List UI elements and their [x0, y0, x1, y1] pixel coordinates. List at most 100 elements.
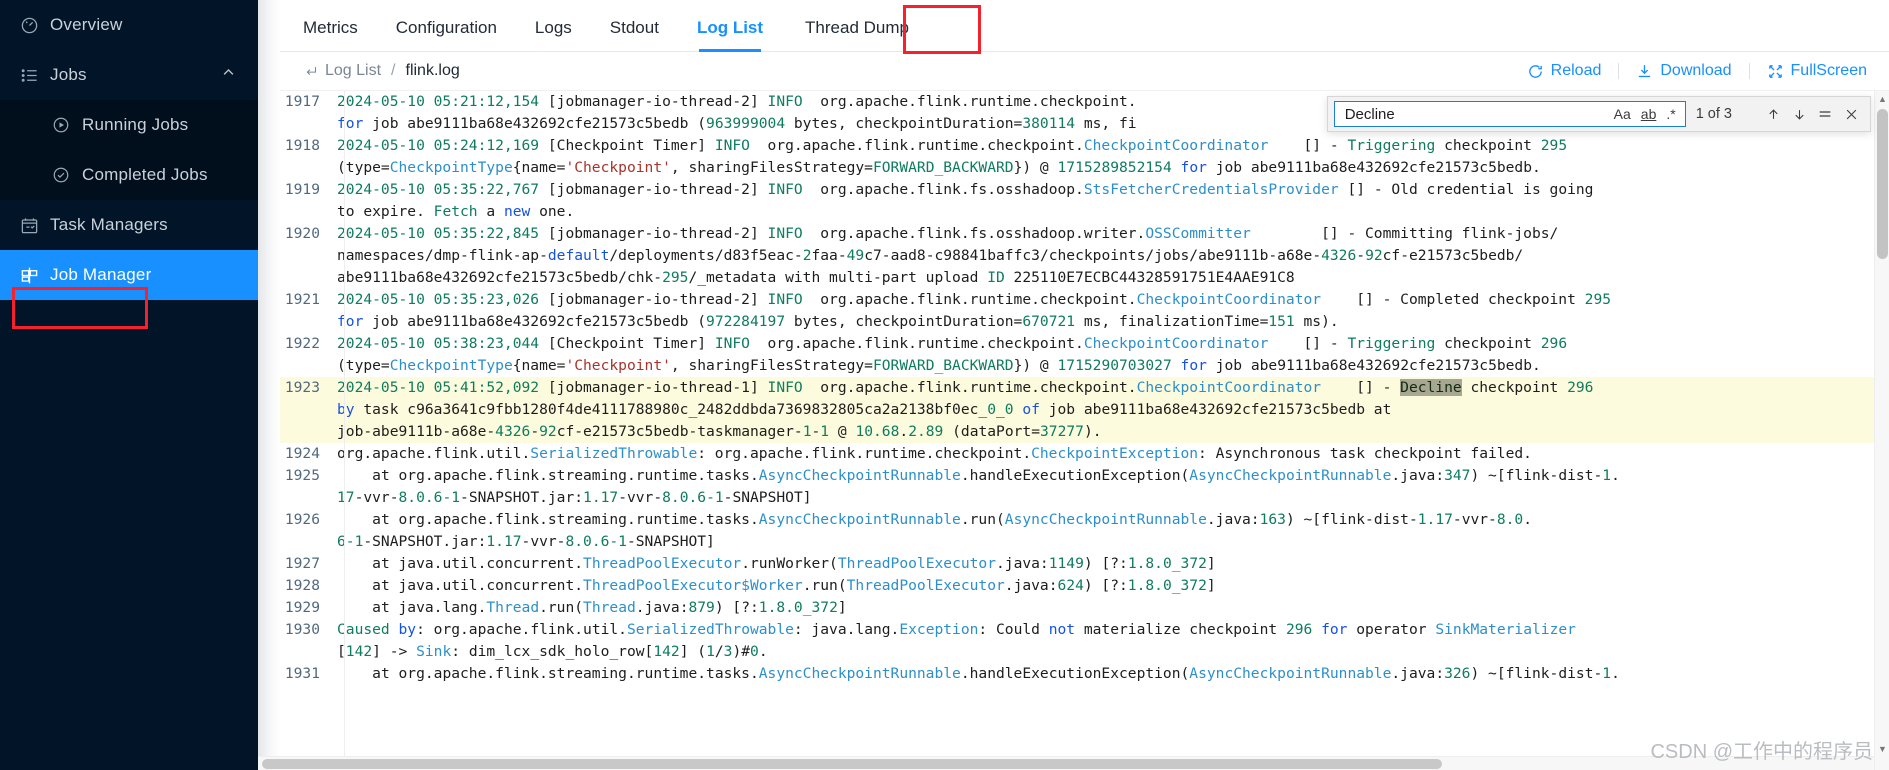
search-input[interactable] [1342, 103, 1609, 125]
log-token: ms). [1294, 313, 1339, 330]
log-token: AsyncCheckpointRunnable [758, 467, 961, 484]
log-line-text[interactable]: at org.apache.flink.streaming.runtime.ta… [336, 465, 1889, 487]
log-token: 2024-05-10 05:21:12,154 [337, 93, 548, 110]
log-line-text[interactable]: (type=CheckpointType{name='Checkpoint', … [336, 355, 1889, 377]
tab-log-list[interactable]: Log List [697, 18, 763, 52]
match-case-toggle[interactable]: Aa [1609, 105, 1636, 123]
log-line-text[interactable]: at org.apache.flink.streaming.runtime.ta… [336, 509, 1889, 531]
log-token: CheckpointType [389, 357, 513, 374]
regex-toggle[interactable]: .* [1661, 105, 1680, 123]
fullscreen-button[interactable]: FullScreen [1767, 62, 1867, 80]
scroll-up-arrow-icon[interactable]: ▲ [1875, 91, 1889, 106]
log-line-text[interactable]: abe9111ba68e432692cfe21573c5bedb/chk-295… [336, 267, 1889, 289]
whole-word-toggle[interactable]: ab [1636, 105, 1662, 123]
log-line-text[interactable]: org.apache.flink.util.SerializedThrowabl… [336, 443, 1889, 465]
tab-thread-dump[interactable]: Thread Dump [805, 18, 909, 51]
sidebar-item-running-jobs[interactable]: Running Jobs [0, 100, 258, 150]
log-token: 8.0.6-1 [398, 489, 461, 506]
log-line: 1926 at org.apache.flink.streaming.runti… [258, 509, 1889, 531]
log-token: 37277 [1040, 423, 1084, 440]
reload-button[interactable]: Reload [1527, 62, 1601, 80]
sidebar: Overview Jobs Running Jobs Completed Job… [0, 0, 258, 770]
log-token: 2024-05-10 05:35:22,845 [337, 225, 548, 242]
log-line-text[interactable]: 2024-05-10 05:35:22,845 [jobmanager-io-t… [336, 223, 1889, 245]
log-token: 1 [1602, 665, 1612, 682]
log-token: .handleExecutionException( [960, 467, 1190, 484]
log-line-text[interactable]: at org.apache.flink.streaming.runtime.ta… [336, 663, 1889, 685]
log-token: -vvr- [354, 489, 399, 506]
vertical-scrollbar-thumb[interactable] [1877, 109, 1888, 259]
log-token: ID [987, 269, 1005, 286]
horizontal-scrollbar[interactable] [258, 756, 1874, 770]
log-token: 670721 [1022, 313, 1076, 330]
breadcrumb-root[interactable]: Log List [325, 62, 381, 80]
log-line-text[interactable]: (type=CheckpointType{name='Checkpoint', … [336, 157, 1889, 179]
log-line-text[interactable]: 6-1-SNAPSHOT.jar:1.17-vvr-8.0.6-1-SNAPSH… [336, 531, 1889, 553]
log-line-text[interactable]: job-abe9111b-a68e-4326-92cf-e21573c5bedb… [336, 421, 1889, 443]
find-input-wrapper[interactable]: Aa ab .* [1333, 101, 1686, 127]
tab-configuration[interactable]: Configuration [396, 18, 497, 51]
log-token: task c96a3641c9fbb1280f4de4111788980c_24… [354, 401, 988, 418]
find-previous-button[interactable] [1760, 101, 1786, 127]
log-token: [] - Completed checkpoint [1321, 291, 1585, 308]
vertical-scrollbar[interactable]: ▲ ▼ [1874, 91, 1889, 770]
sidebar-item-task-managers[interactable]: Task Managers [0, 200, 258, 250]
back-arrow-icon[interactable] [303, 64, 318, 79]
sidebar-item-label: Jobs [50, 65, 87, 84]
log-viewer[interactable]: 1917 2024-05-10 05:21:12,154 [jobmanager-… [258, 90, 1889, 770]
log-line-text[interactable]: by task c96a3641c9fbb1280f4de4111788980c… [336, 399, 1889, 421]
log-scroll-area[interactable]: 1917 2024-05-10 05:21:12,154 [jobmanager-… [258, 91, 1889, 770]
log-line: 1918 2024-05-10 05:24:12,169 [Checkpoint … [258, 135, 1889, 157]
tab-stdout[interactable]: Stdout [610, 18, 659, 51]
download-button[interactable]: Download [1636, 62, 1732, 80]
log-token: : dim_lcx_sdk_holo_row[ [451, 643, 654, 660]
find-widget[interactable]: Aa ab .* 1 of 3 [1326, 96, 1871, 132]
log-token: org.apache.flink.fs.osshadoop.writer. [802, 225, 1146, 242]
log-line-text[interactable]: 17-vvr-8.0.6-1-SNAPSHOT.jar:1.17-vvr-8.0… [336, 487, 1889, 509]
log-line: 1922 2024-05-10 05:38:23,044 [Checkpoint … [258, 333, 1889, 355]
sidebar-item-job-manager[interactable]: Job Manager [0, 250, 258, 300]
close-icon[interactable] [1838, 101, 1864, 127]
log-token: /_metadata with multi-part upload [688, 269, 988, 286]
log-token: ms, fi [1075, 115, 1137, 132]
log-line-text[interactable]: [142] -> Sink: dim_lcx_sdk_holo_row[142]… [336, 641, 1889, 663]
log-line-text[interactable]: 2024-05-10 05:35:23,026 [jobmanager-io-t… [336, 289, 1889, 311]
log-line-text[interactable]: 2024-05-10 05:38:23,044 [Checkpoint Time… [336, 333, 1889, 355]
log-line-text[interactable]: 2024-05-10 05:24:12,169 [Checkpoint Time… [336, 135, 1889, 157]
log-line-text[interactable]: at java.util.concurrent.ThreadPoolExecut… [336, 575, 1889, 597]
log-line-text[interactable]: for job abe9111ba68e432692cfe21573c5bedb… [336, 311, 1889, 333]
log-token: Triggering [1347, 137, 1436, 154]
log-line-text[interactable]: namespaces/dmp-flink-ap-default/deployme… [336, 245, 1889, 267]
chevron-up-icon[interactable] [221, 65, 236, 85]
tab-metrics[interactable]: Metrics [303, 18, 358, 51]
log-line-text[interactable]: 2024-05-10 05:35:22,767 [jobmanager-io-t… [336, 179, 1889, 201]
sidebar-item-overview[interactable]: Overview [0, 0, 258, 50]
log-line-text[interactable]: to expire. Fetch a new one. [336, 201, 1889, 223]
find-in-selection-button[interactable] [1812, 101, 1838, 127]
log-token: for [337, 313, 364, 330]
sidebar-item-completed-jobs[interactable]: Completed Jobs [0, 150, 258, 200]
log-token: 2024-05-10 05:38:23,044 [337, 335, 548, 352]
log-line-text[interactable]: at java.lang.Thread.run(Thread.java:879)… [336, 597, 1889, 619]
sidebar-item-jobs[interactable]: Jobs [0, 50, 258, 100]
log-token: one. [530, 203, 575, 220]
log-line-text[interactable]: Caused by: org.apache.flink.util.Seriali… [336, 619, 1889, 641]
log-line: 1919 2024-05-10 05:35:22,767 [jobmanager-… [258, 179, 1889, 201]
log-token: [jobmanager-io-thread-2] [547, 291, 768, 308]
download-label: Download [1660, 62, 1732, 79]
log-token: . [1523, 511, 1532, 528]
scroll-down-arrow-icon[interactable]: ▼ [1875, 741, 1889, 756]
log-line-text[interactable]: 2024-05-10 05:41:52,092 [jobmanager-io-t… [336, 377, 1889, 399]
log-token: {name= [512, 159, 566, 176]
log-token [1172, 357, 1181, 374]
tab-bar: Metrics Configuration Logs Stdout Log Li… [258, 0, 1889, 54]
tab-logs[interactable]: Logs [535, 18, 572, 51]
log-line-text[interactable]: at java.util.concurrent.ThreadPoolExecut… [336, 553, 1889, 575]
find-next-button[interactable] [1786, 101, 1812, 127]
log-token: : java.lang. [793, 621, 900, 638]
horizontal-scrollbar-thumb[interactable] [262, 759, 1442, 769]
log-token: at org.apache.flink.streaming.runtime.ta… [337, 665, 759, 682]
log-token: CheckpointType [389, 159, 513, 176]
log-token: 2024-05-10 05:41:52,092 [337, 379, 548, 396]
log-token: ] -> [372, 643, 417, 660]
